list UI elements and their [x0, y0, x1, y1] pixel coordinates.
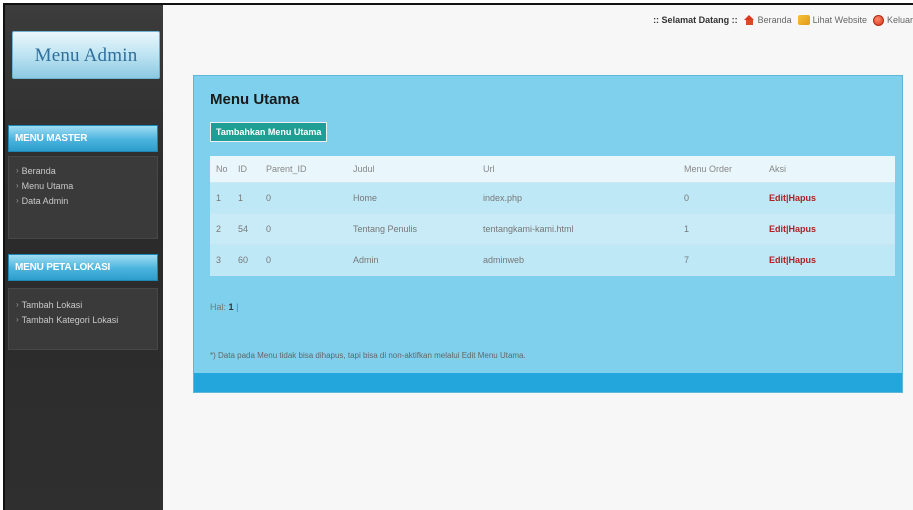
home-link-label: Beranda — [757, 15, 792, 25]
top-bar: :: Selamat Datang :: Beranda Lihat Websi… — [653, 12, 913, 28]
chevron-right-icon: › — [16, 300, 19, 309]
sidebar-item-label: Data Admin — [21, 195, 69, 206]
logout-icon — [872, 14, 884, 26]
footnote: *) Data pada Menu tidak bisa dihapus, ta… — [210, 351, 526, 360]
cell-judul: Home — [347, 182, 477, 214]
cell-url: adminweb — [477, 244, 678, 276]
edit-link[interactable]: Edit — [769, 193, 786, 203]
cell-id: 60 — [232, 244, 260, 276]
delete-link[interactable]: Hapus — [789, 224, 817, 234]
table-header-row: No ID Parent_ID Judul Url Menu Order Aks… — [210, 156, 895, 183]
view-website-link[interactable]: Lihat Website — [797, 15, 867, 25]
cell-judul: Admin — [347, 244, 477, 276]
col-header-menu-order: Menu Order — [678, 156, 763, 183]
table-row: 2 54 0 Tentang Penulis tentangkami-kami.… — [210, 213, 895, 245]
section-menu-master: MENU MASTER — [8, 125, 158, 152]
chevron-right-icon: › — [16, 166, 19, 175]
cell-url: index.php — [477, 182, 678, 214]
cell-id: 54 — [232, 213, 260, 245]
cell-no: 3 — [210, 244, 232, 276]
cell-menu-order: 7 — [678, 244, 763, 276]
sidebar-item-data-admin[interactable]: › Data Admin — [9, 193, 157, 208]
col-header-url: Url — [477, 156, 678, 183]
sidebar-item-tambah-kategori-lokasi[interactable]: › Tambah Kategori Lokasi — [9, 312, 157, 327]
sidebar-item-menu-utama[interactable]: › Menu Utama — [9, 178, 157, 193]
chevron-right-icon: › — [16, 181, 19, 190]
sidebar-item-label: Tambah Lokasi — [21, 299, 83, 310]
sidebar: Menu Admin MENU MASTER › Beranda › Menu Ut… — [5, 5, 163, 510]
cell-no: 2 — [210, 213, 232, 245]
logout-link[interactable]: Keluar — [872, 14, 913, 26]
page-title: Menu Utama — [210, 91, 300, 108]
cell-id: 1 — [232, 182, 260, 214]
cell-menu-order: 0 — [678, 182, 763, 214]
section-title: MENU MASTER — [15, 133, 88, 144]
chevron-right-icon: › — [16, 315, 19, 324]
menu-master-list: › Beranda › Menu Utama › Data Admin — [8, 156, 158, 239]
panel-footer-bar — [194, 373, 902, 392]
sidebar-item-label: Tambah Kategori Lokasi — [21, 314, 119, 325]
admin-logo: Menu Admin — [12, 31, 160, 79]
cell-no: 1 — [210, 182, 232, 214]
section-menu-peta-lokasi: MENU PETA LOKASI — [8, 254, 158, 281]
cell-url: tentangkami-kami.html — [477, 213, 678, 245]
website-icon — [797, 15, 810, 25]
menu-peta-lokasi-list: › Tambah Lokasi › Tambah Kategori Lokasi — [8, 288, 158, 350]
pagination-current-page[interactable]: 1 — [229, 302, 234, 312]
chevron-right-icon: › — [16, 196, 19, 205]
cell-parent-id: 0 — [260, 182, 347, 214]
col-header-aksi: Aksi — [763, 156, 895, 183]
cell-parent-id: 0 — [260, 213, 347, 245]
home-link[interactable]: Beranda — [743, 15, 792, 25]
add-menu-button[interactable]: Tambahkan Menu Utama — [210, 122, 328, 142]
section-title: MENU PETA LOKASI — [15, 262, 111, 273]
cell-parent-id: 0 — [260, 244, 347, 276]
cell-aksi: Edit|Hapus — [763, 182, 895, 214]
col-header-no: No — [210, 156, 232, 183]
cell-aksi: Edit|Hapus — [763, 244, 895, 276]
welcome-text: :: Selamat Datang :: — [653, 15, 738, 25]
pagination: Hal: 1 | — [210, 302, 238, 312]
menu-table: No ID Parent_ID Judul Url Menu Order Aks… — [210, 156, 895, 276]
cell-menu-order: 1 — [678, 213, 763, 245]
delete-link[interactable]: Hapus — [789, 193, 817, 203]
edit-link[interactable]: Edit — [769, 255, 786, 265]
edit-link[interactable]: Edit — [769, 224, 786, 234]
cell-judul: Tentang Penulis — [347, 213, 477, 245]
view-website-label: Lihat Website — [812, 15, 867, 25]
col-header-parent-id: Parent_ID — [260, 156, 347, 183]
main-panel: Menu Utama Tambahkan Menu Utama No ID Pa… — [193, 75, 903, 393]
cell-aksi: Edit|Hapus — [763, 213, 895, 245]
sidebar-item-label: Menu Utama — [21, 180, 74, 191]
col-header-id: ID — [232, 156, 260, 183]
logo-text: Menu Admin — [34, 45, 138, 66]
table-row: 3 60 0 Admin adminweb 7 Edit|Hapus — [210, 244, 895, 276]
table-row: 1 1 0 Home index.php 0 Edit|Hapus — [210, 182, 895, 214]
pagination-label: Hal: — [210, 302, 227, 312]
sidebar-item-beranda[interactable]: › Beranda — [9, 163, 157, 178]
delete-link[interactable]: Hapus — [789, 255, 817, 265]
home-icon — [743, 15, 755, 25]
pagination-separator: | — [236, 302, 239, 312]
sidebar-item-label: Beranda — [21, 165, 56, 176]
col-header-judul: Judul — [347, 156, 477, 183]
sidebar-item-tambah-lokasi[interactable]: › Tambah Lokasi — [9, 297, 157, 312]
logout-label: Keluar — [886, 15, 913, 25]
